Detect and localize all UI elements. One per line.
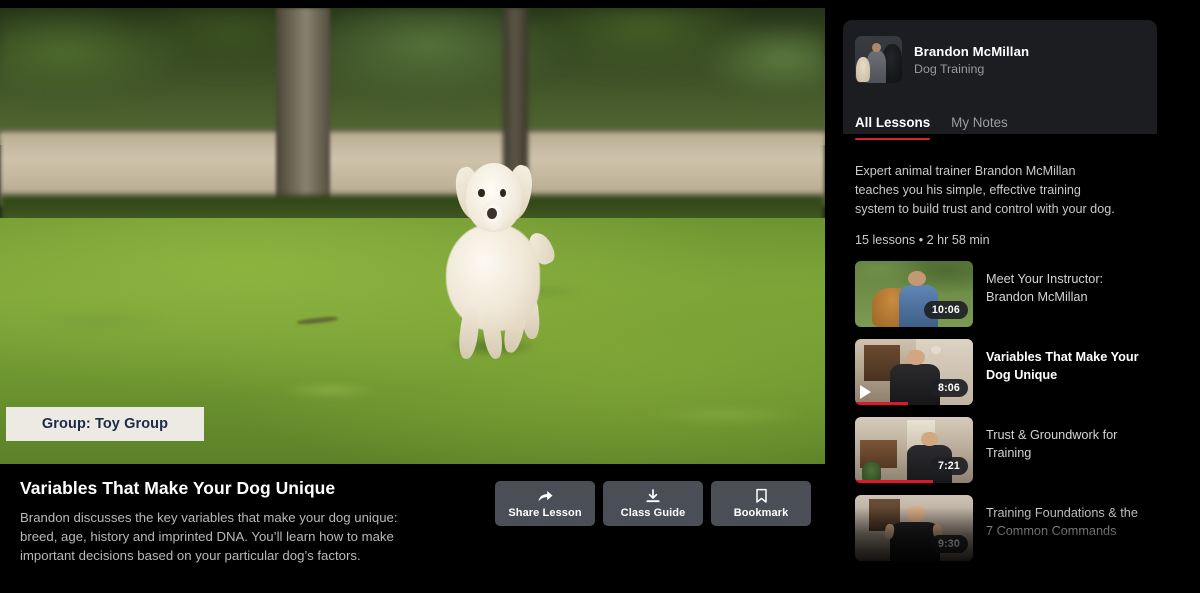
video-caption-text: Group: Toy Group xyxy=(41,416,169,432)
thumb-person-head xyxy=(908,270,926,286)
instructor-meta: Brandon McMillan Dog Training xyxy=(914,44,1029,76)
avatar-light-dog xyxy=(855,56,870,83)
share-lesson-button[interactable]: Share Lesson xyxy=(495,481,595,526)
instructor-block[interactable]: Brandon McMillan Dog Training xyxy=(855,36,1029,83)
bookmark-label: Bookmark xyxy=(733,506,789,519)
tab-all-lessons[interactable]: All Lessons xyxy=(855,115,931,140)
avatar xyxy=(855,36,902,83)
lesson-thumbnail: 8:06 xyxy=(855,339,973,406)
list-item[interactable]: 8:06 Variables That Make Your Dog Unique xyxy=(855,339,1145,406)
class-guide-label: Class Guide xyxy=(620,506,686,519)
avatar-instructor-head xyxy=(871,42,882,52)
lesson-duration: 8:06 xyxy=(929,379,968,398)
sidebar-tabs: All Lessons My Notes xyxy=(855,115,1008,140)
player-column: Group: Toy Group Variables That Make You… xyxy=(0,0,825,593)
tab-all-lessons-label: All Lessons xyxy=(855,115,931,130)
list-item[interactable]: 7:21 Trust & Groundwork for Training xyxy=(855,417,1145,484)
lesson-item-title: Trust & Groundwork for Training xyxy=(986,428,1118,460)
course-sidebar: Brandon McMillan Dog Training All Lesson… xyxy=(843,20,1157,593)
class-guide-button[interactable]: Class Guide xyxy=(603,481,703,526)
course-description: Expert animal trainer Brandon McMillan t… xyxy=(855,164,1115,217)
lesson-action-bar: Share Lesson Class Guide Bookmark xyxy=(495,481,811,526)
thumb-person-head xyxy=(906,349,925,366)
share-lesson-label: Share Lesson xyxy=(508,506,582,519)
lesson-title: Variables That Make Your Dog Unique xyxy=(20,478,336,498)
tab-my-notes[interactable]: My Notes xyxy=(951,115,1008,140)
running-dog xyxy=(437,158,558,363)
thumb-person-head xyxy=(921,431,938,447)
download-icon xyxy=(645,488,661,504)
video-lesson-page: Group: Toy Group Variables That Make You… xyxy=(0,0,1200,593)
lesson-duration: 7:21 xyxy=(929,457,968,476)
lesson-info: Variables That Make Your Dog Unique Bran… xyxy=(20,478,470,565)
bookmark-icon xyxy=(755,488,768,504)
lesson-item-title: Meet Your Instructor: Brandon McMillan xyxy=(986,272,1104,304)
dog-eye-left xyxy=(478,189,485,198)
thumb-plant xyxy=(862,462,881,483)
thumb-lamp xyxy=(930,346,942,354)
lesson-thumbnail: 10:06 xyxy=(855,261,973,328)
lesson-thumbnail: 7:21 xyxy=(855,417,973,484)
video-caption-banner: Group: Toy Group xyxy=(6,407,204,441)
lesson-thumbnail: 9:30 xyxy=(855,495,973,562)
sidebar-header-card: Brandon McMillan Dog Training All Lesson… xyxy=(843,20,1157,140)
sidebar-scroll-body[interactable]: Expert animal trainer Brandon McMillan t… xyxy=(843,152,1157,593)
bookmark-button[interactable]: Bookmark xyxy=(711,481,811,526)
lesson-duration: 10:06 xyxy=(923,301,968,320)
lesson-item-title: Variables That Make Your Dog Unique xyxy=(986,350,1139,382)
lesson-progress-bar xyxy=(855,480,933,484)
now-playing-icon xyxy=(860,385,871,400)
list-item[interactable]: 10:06 Meet Your Instructor: Brandon McMi… xyxy=(855,261,1145,328)
lesson-description: Brandon discusses the key variables that… xyxy=(20,510,398,564)
instructor-name: Brandon McMillan xyxy=(914,43,1030,59)
course-meta: 15 lessons • 2 hr 58 min xyxy=(855,233,990,248)
share-icon xyxy=(537,489,554,504)
video-frame xyxy=(0,8,825,464)
lesson-item-title: Training Foundations & the 7 Common Comm… xyxy=(986,506,1138,538)
video-player[interactable]: Group: Toy Group xyxy=(0,8,825,464)
thumb-person-head xyxy=(906,505,925,522)
avatar-instructor-body xyxy=(867,50,887,83)
tab-my-notes-label: My Notes xyxy=(951,115,1008,130)
instructor-subject: Dog Training xyxy=(914,61,985,76)
lesson-list: 10:06 Meet Your Instructor: Brandon McMi… xyxy=(843,261,1157,562)
lesson-progress-bar xyxy=(855,402,909,406)
list-item[interactable]: 9:30 Training Foundations & the 7 Common… xyxy=(855,495,1145,562)
lesson-duration: 9:30 xyxy=(929,535,968,554)
